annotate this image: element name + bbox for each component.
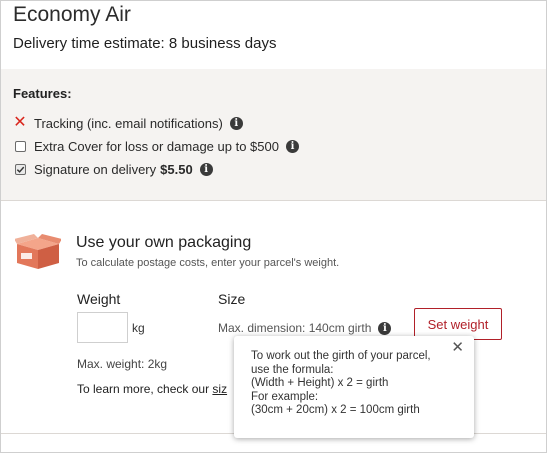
- size-guide-link[interactable]: siz: [212, 382, 227, 396]
- packaging-title: Use your own packaging: [76, 234, 252, 251]
- weight-unit: kg: [132, 321, 145, 335]
- weight-label: Weight: [77, 291, 121, 307]
- info-icon[interactable]: i: [285, 139, 299, 153]
- max-dimension: Max. dimension: 140cm girth i: [218, 321, 392, 335]
- page-title: Economy Air: [13, 3, 131, 26]
- close-icon[interactable]: ✕: [451, 340, 464, 354]
- feature-tracking: ✕ Tracking (inc. email notifications) i: [13, 114, 243, 132]
- delivery-estimate: Delivery time estimate: 8 business days: [13, 35, 277, 52]
- learn-more-text: To learn more, check our siz: [77, 382, 228, 396]
- girth-tooltip: ✕ To work out the girth of your parcel, …: [234, 336, 474, 438]
- feature-label: Tracking (inc. email notifications): [34, 115, 223, 131]
- feature-label: Signature on delivery: [34, 161, 157, 177]
- feature-label: Extra Cover for loss or damage up to $50…: [34, 138, 279, 154]
- size-label: Size: [218, 291, 246, 307]
- info-icon[interactable]: i: [378, 321, 392, 335]
- max-weight: Max. weight: 2kg: [77, 357, 168, 371]
- tooltip-line: use the formula:: [251, 363, 334, 376]
- feature-extra-cover[interactable]: Extra Cover for loss or damage up to $50…: [13, 137, 299, 155]
- features-panel: Features: ✕ Tracking (inc. email notific…: [1, 69, 546, 201]
- feature-signature[interactable]: Signature on delivery $5.50 i: [13, 160, 213, 178]
- parcel-box-icon: [15, 234, 61, 269]
- checkmark-icon: [16, 166, 24, 173]
- extra-cover-checkbox[interactable]: [14, 140, 26, 152]
- header: Economy Air Delivery time estimate: 8 bu…: [1, 1, 546, 69]
- tooltip-line: (Width + Height) x 2 = girth: [251, 377, 389, 389]
- packaging-subtitle: To calculate postage costs, enter your p…: [76, 257, 340, 269]
- weight-input[interactable]: [77, 312, 128, 343]
- tooltip-line: (30cm + 20cm) x 2 = 100cm girth: [251, 404, 420, 416]
- tooltip-line: To work out the girth of your parcel,: [251, 350, 431, 362]
- features-heading: Features:: [13, 86, 72, 101]
- feature-price: $5.50: [160, 161, 193, 177]
- info-icon[interactable]: i: [229, 116, 243, 130]
- info-icon[interactable]: i: [199, 162, 213, 176]
- signature-checkbox[interactable]: [14, 163, 26, 175]
- tooltip-line: For example:: [251, 390, 319, 403]
- x-icon: ✕: [13, 114, 27, 131]
